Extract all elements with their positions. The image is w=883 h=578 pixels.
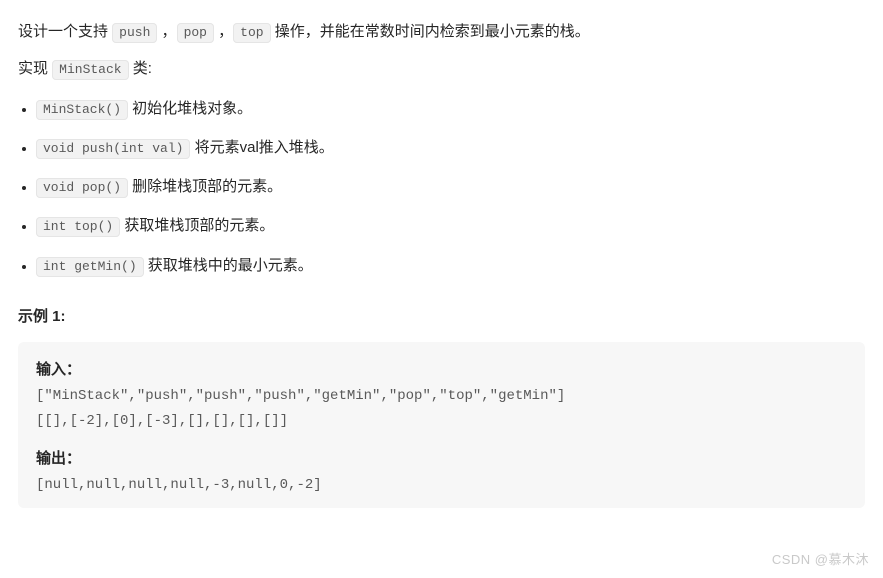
text: 设计一个支持 [18, 23, 112, 40]
text: 类: [129, 60, 152, 77]
method-sig: int getMin() [36, 257, 144, 277]
text: ， [157, 23, 176, 40]
method-desc: 删除堆栈顶部的元素。 [128, 178, 282, 195]
method-desc: 初始化堆栈对象。 [128, 100, 252, 117]
example-input-line1: ["MinStack","push","push","push","getMin… [36, 384, 847, 409]
text: ， [214, 23, 233, 40]
class-name: MinStack [52, 60, 128, 80]
method-desc: 获取堆栈顶部的元素。 [120, 217, 274, 234]
method-desc: 获取堆栈中的最小元素。 [144, 257, 313, 274]
method-sig: void pop() [36, 178, 128, 198]
list-item: int getMin() 获取堆栈中的最小元素。 [36, 254, 865, 277]
op-push: push [112, 23, 157, 43]
list-item: int top() 获取堆栈顶部的元素。 [36, 214, 865, 237]
op-pop: pop [177, 23, 214, 43]
output-label: 输出： [36, 450, 81, 467]
method-sig: int top() [36, 217, 120, 237]
op-top: top [233, 23, 270, 43]
method-list: MinStack() 初始化堆栈对象。 void push(int val) 将… [18, 97, 865, 277]
example-heading: 示例 1: [18, 305, 865, 328]
problem-intro: 设计一个支持 push ，pop ，top 操作，并能在常数时间内检索到最小元素… [18, 20, 865, 43]
implement-line: 实现 MinStack 类: [18, 57, 865, 80]
list-item: MinStack() 初始化堆栈对象。 [36, 97, 865, 120]
example-input-line2: [[],[-2],[0],[-3],[],[],[],[]] [36, 409, 847, 434]
example-block: 输入： ["MinStack","push","push","push","ge… [18, 342, 865, 508]
list-item: void pop() 删除堆栈顶部的元素。 [36, 175, 865, 198]
list-item: void push(int val) 将元素val推入堆栈。 [36, 136, 865, 159]
method-sig: void push(int val) [36, 139, 190, 159]
example-output-line: [null,null,null,null,-3,null,0,-2] [36, 473, 847, 498]
watermark: CSDN @慕木沐 [772, 550, 869, 570]
text: 实现 [18, 60, 52, 77]
text: 操作，并能在常数时间内检索到最小元素的栈。 [271, 23, 590, 40]
method-sig: MinStack() [36, 100, 128, 120]
method-desc: 将元素val推入堆栈。 [190, 139, 333, 156]
input-label: 输入： [36, 361, 81, 378]
